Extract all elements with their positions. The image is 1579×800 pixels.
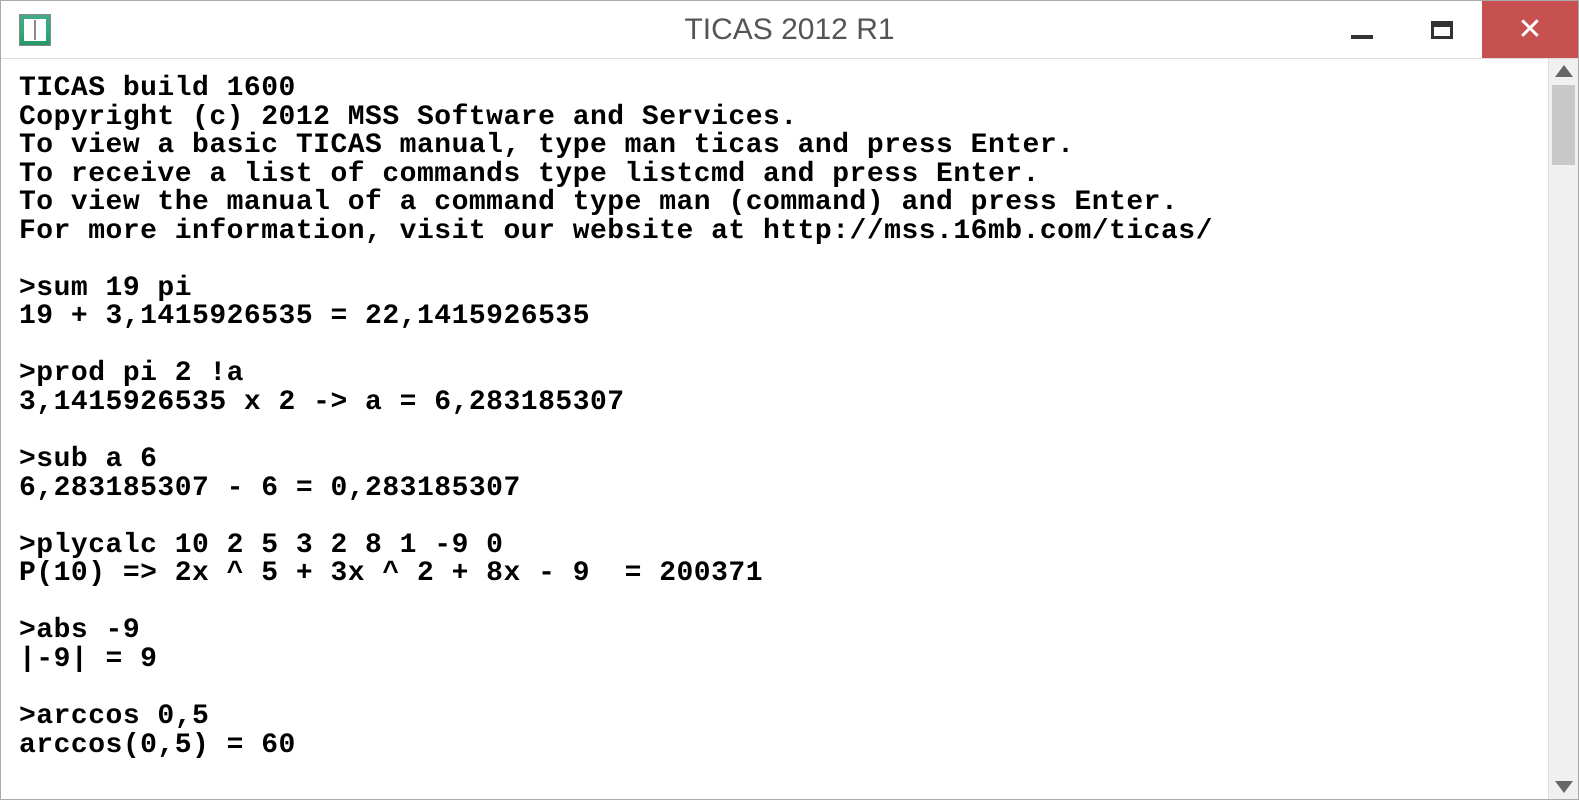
command-line: >plycalc 10 2 5 3 2 8 1 -9 0 [19,530,503,561]
terminal-output[interactable]: TICAS build 1600 Copyright (c) 2012 MSS … [1,59,1548,799]
output-line: 6,283185307 - 6 = 0,283185307 [19,473,521,504]
scroll-thumb[interactable] [1552,85,1575,165]
window-controls: ✕ [1322,1,1578,58]
titlebar[interactable]: TICAS 2012 R1 ✕ [1,1,1578,59]
content-area: TICAS build 1600 Copyright (c) 2012 MSS … [1,59,1578,799]
header-line: TICAS build 1600 [19,73,296,104]
minimize-button[interactable] [1322,1,1402,58]
header-line: For more information, visit our website … [19,216,1213,247]
scroll-down-icon[interactable] [1555,781,1573,793]
header-line: To view a basic TICAS manual, type man t… [19,130,1074,161]
vertical-scrollbar[interactable] [1548,59,1578,799]
scroll-up-icon[interactable] [1555,65,1573,77]
maximize-button[interactable] [1402,1,1482,58]
header-line: To view the manual of a command type man… [19,187,1178,218]
command-line: >sub a 6 [19,444,157,475]
command-line: >prod pi 2 !a [19,358,244,389]
command-line: >sum 19 pi [19,273,192,304]
output-line: |-9| = 9 [19,644,157,675]
header-line: To receive a list of commands type listc… [19,159,1040,190]
header-line: Copyright (c) 2012 MSS Software and Serv… [19,102,798,133]
close-button[interactable]: ✕ [1482,1,1578,58]
window-title: TICAS 2012 R1 [684,13,894,47]
app-icon [19,14,51,46]
output-line: arccos(0,5) = 60 [19,730,296,761]
output-line: P(10) => 2x ^ 5 + 3x ^ 2 + 8x - 9 = 2003… [19,558,763,589]
maximize-icon [1431,21,1453,39]
command-line: >abs -9 [19,615,140,646]
close-icon: ✕ [1517,15,1542,45]
minimize-icon [1351,35,1373,39]
output-line: 3,1415926535 x 2 -> a = 6,283185307 [19,387,625,418]
scroll-track[interactable] [1549,85,1578,773]
output-line: 19 + 3,1415926535 = 22,1415926535 [19,301,590,332]
command-line: >arccos 0,5 [19,701,209,732]
